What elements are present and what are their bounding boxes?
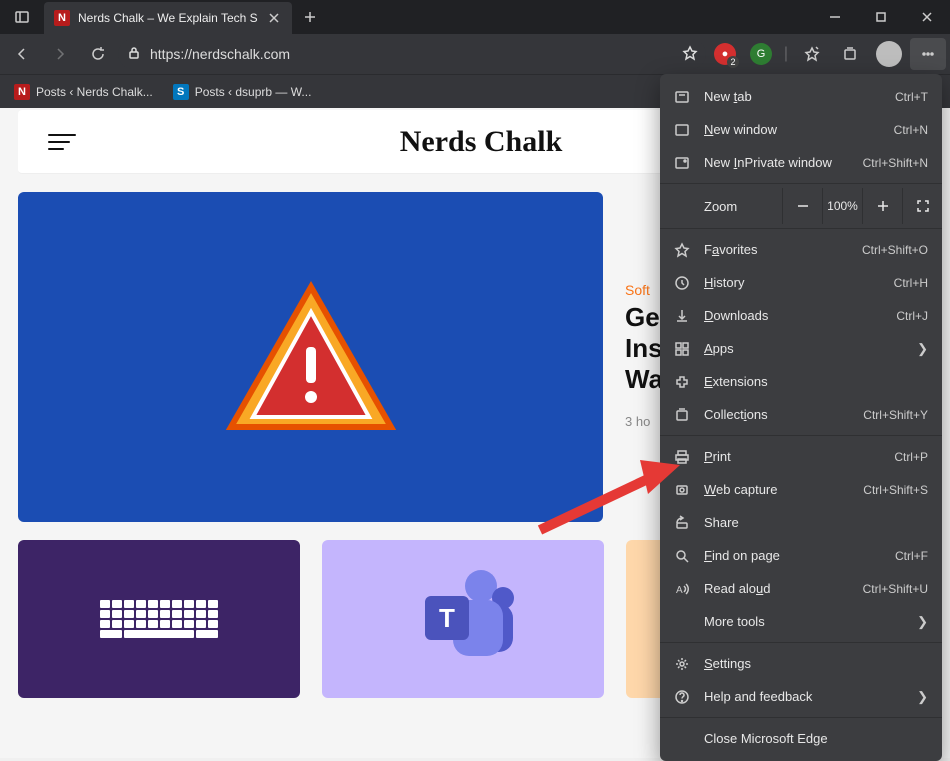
tab-favicon: N [54,10,70,26]
apps-icon [674,341,690,357]
toolbar-divider: | [780,38,792,70]
menu-extensions[interactable]: Extensions [660,365,942,398]
star-icon [674,242,690,258]
profile-avatar[interactable] [876,41,902,67]
menu-collections[interactable]: Collections Ctrl+Shift+Y [660,398,942,431]
menu-separator [660,435,942,436]
site-info-icon[interactable] [126,45,142,64]
menu-close-edge[interactable]: Close Microsoft Edge [660,722,942,755]
menu-new-tab[interactable]: New tab Ctrl+T [660,80,942,113]
title-bar: N Nerds Chalk – We Explain Tech S [0,0,950,34]
zoom-in-button[interactable] [862,188,902,224]
address-bar[interactable]: https://nerdschalk.com [118,39,706,69]
menu-print[interactable]: Print Ctrl+P [660,440,942,473]
settings-menu-button[interactable] [910,38,946,70]
menu-history[interactable]: History Ctrl+H [660,266,942,299]
url-text: https://nerdschalk.com [150,46,674,62]
download-icon [674,308,690,324]
inprivate-icon [674,155,690,171]
tab-actions-button[interactable] [0,0,44,34]
menu-new-window[interactable]: New window Ctrl+N [660,113,942,146]
zoom-out-button[interactable] [782,188,822,224]
read-aloud-icon: A [674,581,690,597]
minimize-button[interactable] [812,0,858,34]
card-thumbnail[interactable] [18,540,300,698]
settings-menu: New tab Ctrl+T New window Ctrl+N New InP… [660,74,942,761]
bookmark-item[interactable]: S Posts ‹ dsuprb — W... [165,80,320,104]
chevron-right-icon: ❯ [917,689,928,705]
menu-share[interactable]: Share [660,506,942,539]
chevron-right-icon: ❯ [917,614,928,630]
gear-icon [674,656,690,672]
menu-more-tools[interactable]: More tools ❯ [660,605,942,638]
capture-icon [674,482,690,498]
collections-button[interactable] [832,38,868,70]
browser-tab[interactable]: N Nerds Chalk – We Explain Tech S [44,2,292,34]
bookmark-label: Posts ‹ dsuprb — W... [195,85,312,99]
menu-read-aloud[interactable]: A Read aloud Ctrl+Shift+U [660,572,942,605]
collections-icon [674,407,690,423]
share-icon [674,515,690,531]
bookmark-item[interactable]: N Posts ‹ Nerds Chalk... [6,80,161,104]
menu-settings[interactable]: Settings [660,647,942,680]
hamburger-menu-button[interactable] [48,134,76,150]
history-icon [674,275,690,291]
chevron-right-icon: ❯ [917,341,928,357]
warning-triangle-icon [221,277,401,437]
menu-find[interactable]: Find on page Ctrl+F [660,539,942,572]
zoom-level: 100% [822,188,862,224]
search-icon [674,548,690,564]
extension-badge-green[interactable]: G [750,43,772,65]
help-icon [674,689,690,705]
extensions-icon [674,374,690,390]
keyboard-icon [100,600,218,638]
menu-separator [660,228,942,229]
bookmark-favicon: S [173,84,189,100]
extension-count-badge: 2 [727,56,739,68]
favorites-hub-button[interactable] [794,38,830,70]
menu-favorites[interactable]: Favorites Ctrl+Shift+O [660,233,942,266]
favorite-star-icon[interactable] [682,45,698,64]
tab-title: Nerds Chalk – We Explain Tech S [78,11,258,25]
svg-text:A: A [676,585,683,596]
close-window-button[interactable] [904,0,950,34]
menu-separator [660,642,942,643]
print-icon [674,449,690,465]
extension-badge-red[interactable]: ●2 [714,43,736,65]
new-tab-icon [674,89,690,105]
maximize-button[interactable] [858,0,904,34]
hero-image[interactable] [18,192,603,522]
toolbar: https://nerdschalk.com ●2 G | [0,34,950,74]
menu-zoom: Zoom 100% [660,188,942,224]
menu-apps[interactable]: Apps ❯ [660,332,942,365]
svg-text:T: T [439,603,455,633]
menu-inprivate[interactable]: New InPrivate window Ctrl+Shift+N [660,146,942,179]
forward-button[interactable] [42,38,78,70]
bookmark-favicon: N [14,84,30,100]
zoom-label: Zoom [660,199,782,214]
menu-web-capture[interactable]: Web capture Ctrl+Shift+S [660,473,942,506]
close-tab-button[interactable] [266,10,282,26]
window-icon [674,122,690,138]
fullscreen-button[interactable] [902,188,942,224]
teams-icon: T [403,564,523,674]
card-thumbnail[interactable]: T [322,540,604,698]
window-controls [812,0,950,34]
refresh-button[interactable] [80,38,116,70]
new-tab-button[interactable] [296,3,324,31]
menu-separator [660,717,942,718]
menu-help[interactable]: Help and feedback ❯ [660,680,942,713]
menu-separator [660,183,942,184]
back-button[interactable] [4,38,40,70]
menu-downloads[interactable]: Downloads Ctrl+J [660,299,942,332]
bookmark-label: Posts ‹ Nerds Chalk... [36,85,153,99]
